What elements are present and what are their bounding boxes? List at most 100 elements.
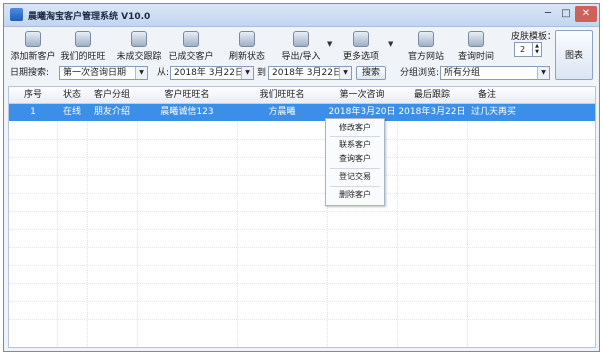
app-icon	[10, 8, 23, 21]
filter-bar: 日期搜索: 第一次咨询日期 ▼ 从: 2018年 3月22日 ▼ 到 2018年…	[10, 66, 555, 82]
official-website-label: 官方网站	[407, 52, 444, 62]
grid-line	[397, 87, 398, 347]
group-select[interactable]: 所有分组 ▼	[440, 66, 550, 80]
export-icon	[293, 31, 309, 47]
chevron-down-icon: ▼	[339, 67, 351, 79]
query-time-icon	[468, 31, 484, 47]
minimize-button[interactable]: ─	[539, 6, 557, 22]
maximize-button[interactable]: □	[557, 6, 575, 22]
add-customer-label: 添加新客户	[10, 52, 56, 62]
grid-line	[9, 247, 595, 248]
table-cell: 方晨曦	[268, 107, 296, 117]
spinner-arrows-icon[interactable]: ▲ ▼	[532, 43, 541, 56]
table-cell: 在线	[62, 107, 81, 117]
search-button[interactable]: 搜索	[356, 66, 386, 80]
wangwang-icon	[75, 31, 91, 47]
chart-button[interactable]: 图表	[555, 30, 593, 80]
skin-template-value: 2	[520, 45, 526, 54]
grid-line	[9, 157, 595, 158]
column-header[interactable]: 备注	[467, 87, 507, 103]
column-header[interactable]: 第一次咨询	[327, 87, 397, 103]
untraded-tracking-button[interactable]: 未成交跟踪	[116, 28, 162, 66]
menu-item-delete-customer[interactable]: 删除客户	[326, 189, 384, 201]
column-header[interactable]: 我们旺旺名	[237, 87, 327, 103]
column-header[interactable]: 最后跟踪	[397, 87, 467, 103]
grid-line	[9, 301, 595, 302]
track-icon	[131, 31, 147, 47]
grid-line	[9, 265, 595, 266]
context-menu: 修改客户 联系客户 查询客户 登记交易 删除客户	[325, 118, 385, 206]
table-cell: 朋友介绍	[93, 107, 130, 117]
table-cell: 晨曦诚信123	[160, 107, 214, 117]
official-website-button[interactable]: 官方网站	[406, 28, 446, 66]
menu-separator	[330, 168, 380, 169]
chevron-down-icon: ▼	[241, 67, 253, 79]
customer-table: 序号 状态 客户分组 客户旺旺名 我们旺旺名 第一次咨询 最后跟踪 备注 1 在…	[8, 86, 596, 348]
more-options-icon	[353, 31, 369, 47]
refresh-status-button[interactable]: 刷新状态	[226, 28, 268, 66]
toolbar: 添加新客户 我们的旺旺 未成交跟踪 已成交客户 刷新状态 导出/导入 ▼ 更多选…	[8, 28, 540, 66]
column-header[interactable]: 状态	[57, 87, 87, 103]
column-header[interactable]: 客户旺旺名	[137, 87, 237, 103]
column-header[interactable]: 序号	[9, 87, 57, 103]
date-search-label: 日期搜索:	[10, 68, 50, 78]
to-label: 到	[257, 68, 267, 78]
grid-line	[467, 87, 468, 347]
more-options-button[interactable]: 更多选项	[340, 28, 382, 66]
query-time-button[interactable]: 查询时间	[456, 28, 496, 66]
grid-line	[137, 87, 138, 347]
our-wangwang-label: 我们的旺旺	[60, 52, 106, 62]
add-customer-button[interactable]: 添加新客户	[10, 28, 56, 66]
refresh-icon	[239, 31, 255, 47]
deal-icon	[183, 31, 199, 47]
menu-item-query-customer[interactable]: 查询客户	[326, 153, 384, 165]
table-cell: 1	[30, 107, 36, 117]
table-cell: 2018年3月22日	[398, 107, 466, 117]
export-import-button[interactable]: 导出/导入	[278, 28, 324, 66]
grid-line	[9, 211, 595, 212]
query-time-label: 查询时间	[457, 52, 494, 62]
skin-template-spinner[interactable]: 2 ▲ ▼	[514, 42, 542, 57]
menu-separator	[330, 186, 380, 187]
table-cell: 过几天再买	[471, 107, 517, 117]
website-icon	[418, 31, 434, 47]
our-wangwang-button[interactable]: 我们的旺旺	[60, 28, 106, 66]
table-header: 序号 状态 客户分组 客户旺旺名 我们旺旺名 第一次咨询 最后跟踪 备注	[9, 87, 595, 104]
date-field-value: 第一次咨询日期	[63, 68, 127, 78]
chevron-down-icon: ▼	[135, 67, 147, 79]
grid-line	[9, 193, 595, 194]
to-date-picker[interactable]: 2018年 3月22日 ▼	[268, 66, 352, 80]
grid-line	[9, 319, 595, 320]
column-header[interactable]: 客户分组	[87, 87, 137, 103]
menu-item-register-trade[interactable]: 登记交易	[326, 171, 384, 183]
from-label: 从:	[157, 68, 170, 78]
menu-item-contact-customer[interactable]: 联系客户	[326, 139, 384, 151]
menu-item-edit-customer[interactable]: 修改客户	[326, 122, 384, 134]
window-title: 晨曦淘宝客户管理系统 V10.0	[28, 12, 151, 22]
more-dropdown-arrow-icon[interactable]: ▼	[388, 40, 393, 48]
grid-line	[9, 175, 595, 176]
from-date-picker[interactable]: 2018年 3月22日 ▼	[170, 66, 254, 80]
refresh-status-label: 刷新状态	[228, 52, 265, 62]
add-customer-icon	[25, 31, 41, 47]
grid-line	[9, 139, 595, 140]
export-import-label: 导出/导入	[281, 52, 321, 62]
close-button[interactable]: ✕	[575, 6, 597, 22]
from-date-value: 2018年 3月22日	[174, 68, 244, 78]
grid-line	[9, 283, 595, 284]
app-window: 晨曦淘宝客户管理系统 V10.0 ─ □ ✕ 添加新客户 我们的旺旺 未成交跟踪…	[3, 3, 600, 352]
table-row[interactable]: 1 在线 朋友介绍 晨曦诚信123 方晨曦 2018年3月20日 2018年3月…	[9, 104, 595, 121]
to-date-value: 2018年 3月22日	[272, 68, 342, 78]
date-field-select[interactable]: 第一次咨询日期 ▼	[59, 66, 148, 80]
group-value: 所有分组	[444, 68, 481, 78]
grid-line	[57, 87, 58, 347]
menu-separator	[330, 136, 380, 137]
grid-line	[237, 87, 238, 347]
untraded-tracking-label: 未成交跟踪	[116, 52, 162, 62]
export-dropdown-arrow-icon[interactable]: ▼	[327, 40, 332, 48]
group-browse-label: 分组浏览:	[400, 68, 440, 78]
title-bar: 晨曦淘宝客户管理系统 V10.0 ─ □ ✕	[4, 4, 599, 27]
grid-line	[9, 229, 595, 230]
skin-template-label: 皮肤模板：	[511, 32, 557, 42]
traded-customers-button[interactable]: 已成交客户	[168, 28, 214, 66]
